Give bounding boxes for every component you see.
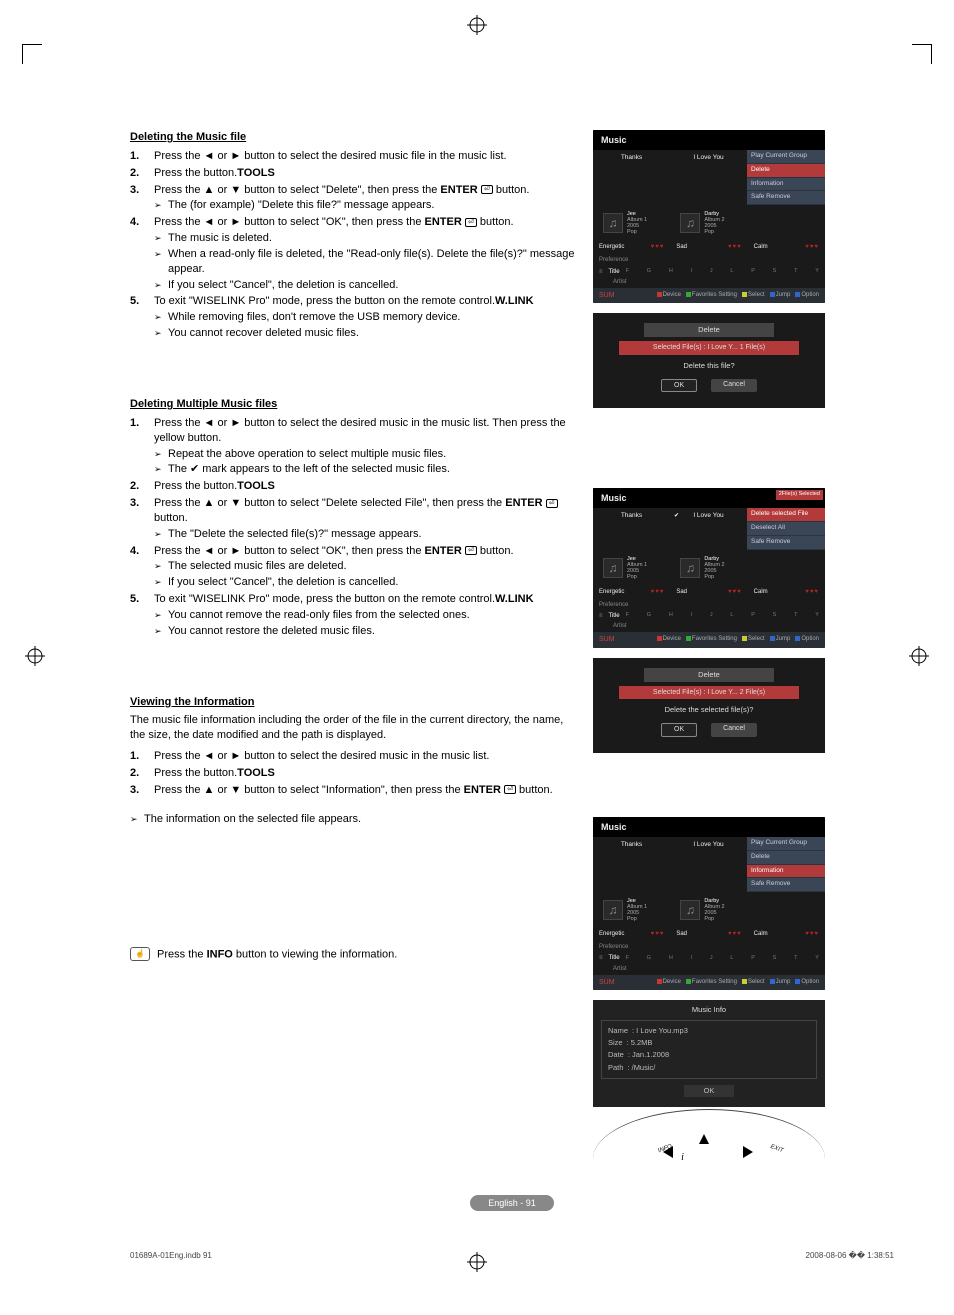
selected-count-badge: 2File(s) Selected — [776, 490, 823, 499]
enter-icon: ⏎ — [546, 499, 558, 508]
section-heading-delete-multiple: Deleting Multiple Music files — [130, 397, 575, 412]
menu-item[interactable]: Play Current Group — [747, 837, 825, 851]
music-note-icon: ♫ — [680, 900, 700, 920]
osd-screenshot-info: Music Thanks I Love You Play Current Gro… — [593, 817, 825, 990]
step: 1.Press the ◄ or ► button to select the … — [130, 149, 575, 164]
legend-item: Option — [795, 291, 819, 300]
menu-item[interactable]: Information — [747, 865, 825, 879]
remote-arrows-icon — [593, 1110, 825, 1170]
step: 2.Press the button.TOOLS — [130, 766, 575, 781]
remote-control-illustration: INFO i EXIT — [593, 1109, 825, 1169]
step: 2.Press the button.TOOLS — [130, 166, 575, 181]
registration-mark-right — [909, 646, 929, 666]
menu-item[interactable]: Deselect All — [747, 522, 825, 536]
enter-icon: ⏎ — [465, 218, 477, 227]
legend-item: Favorites Setting — [686, 635, 737, 644]
menu-item[interactable]: Safe Remove — [747, 191, 825, 205]
steps-delete-multiple: 1.Press the ◄ or ► button to select the … — [130, 416, 575, 639]
cancel-button[interactable]: Cancel — [711, 723, 757, 736]
enter-icon: ⏎ — [504, 785, 516, 794]
legend-item: Jump — [770, 978, 791, 987]
delete-confirm-dialog: Delete Selected File(s) : I Love Y... 1 … — [593, 313, 825, 408]
legend-item: Device — [657, 635, 681, 644]
print-metadata: 01689A-01Eng.indb 91 2008-08-06 �� 1:38:… — [130, 1251, 894, 1262]
enter-icon: ⏎ — [465, 546, 477, 555]
menu-item[interactable]: Delete selected File — [747, 508, 825, 522]
legend-item: Select — [742, 978, 765, 987]
step: 5.To exit "WISELINK Pro" mode, press the… — [130, 294, 575, 341]
ok-button[interactable]: OK — [661, 379, 697, 392]
page-footer: English - 91 — [130, 1195, 894, 1211]
step: 2.Press the button.TOOLS — [130, 479, 575, 494]
remote-hint-icon: ☝ — [130, 947, 150, 962]
legend-item: Device — [657, 978, 681, 987]
registration-mark-bottom — [467, 1252, 487, 1272]
menu-item[interactable]: Delete — [747, 851, 825, 865]
menu-item[interactable]: Safe Remove — [747, 536, 825, 550]
crop-corner — [22, 44, 42, 64]
ok-button[interactable]: OK — [684, 1085, 734, 1097]
step: 3.Press the ▲ or ▼ button to select "Del… — [130, 183, 575, 214]
registration-mark-top — [467, 15, 487, 35]
page-number: English - 91 — [470, 1195, 554, 1211]
step: 4.Press the ◄ or ► button to select "OK"… — [130, 544, 575, 591]
legend-item: Favorites Setting — [686, 291, 737, 300]
music-info-panel: Music Info Name: I Love You.mp3 Size: 5.… — [593, 1000, 825, 1107]
music-note-icon: ♫ — [603, 900, 623, 920]
menu-item[interactable]: Delete — [747, 164, 825, 178]
cancel-button[interactable]: Cancel — [711, 379, 757, 392]
osd-screenshot-delete: Music Thanks I Love You Play Current Gro… — [593, 130, 825, 303]
osd-column: Music Thanks I Love You Play Current Gro… — [593, 130, 825, 1169]
legend-item: Select — [742, 291, 765, 300]
menu-item[interactable]: Information — [747, 178, 825, 192]
legend-item: Option — [795, 978, 819, 987]
enter-icon: ⏎ — [481, 185, 493, 194]
intro-text: The music file information including the… — [130, 713, 575, 743]
crop-corner — [912, 44, 932, 64]
info-tip: ☝ Press the INFO button to viewing the i… — [130, 947, 575, 962]
legend-item: Select — [742, 635, 765, 644]
steps-delete-file: 1.Press the ◄ or ► button to select the … — [130, 149, 575, 341]
instruction-column: Deleting the Music file 1.Press the ◄ or… — [130, 130, 575, 1169]
legend-item: Favorites Setting — [686, 978, 737, 987]
delete-selected-confirm-dialog: Delete Selected File(s) : I Love Y... 2 … — [593, 658, 825, 753]
legend-item: Jump — [770, 635, 791, 644]
menu-item[interactable]: Play Current Group — [747, 150, 825, 164]
step: 5.To exit "WISELINK Pro" mode, press the… — [130, 592, 575, 639]
section-heading-delete-file: Deleting the Music file — [130, 130, 575, 145]
step: 1.Press the ◄ or ► button to select the … — [130, 416, 575, 477]
music-note-icon: ♫ — [603, 213, 623, 233]
checkmark-icon: ✔ — [674, 512, 679, 520]
osd-screenshot-delete-multiple: Music 2File(s) Selected Thanks ✔I Love Y… — [593, 488, 825, 647]
music-note-icon: ♫ — [603, 558, 623, 578]
step: 3.Press the ▲ or ▼ button to select "Inf… — [130, 783, 575, 798]
step: 1.Press the ◄ or ► button to select the … — [130, 749, 575, 764]
context-menu: Delete selected FileDeselect AllSafe Rem… — [747, 508, 825, 549]
legend-item: Device — [657, 291, 681, 300]
legend-item: Option — [795, 635, 819, 644]
info-appears-note: The information on the selected file app… — [130, 812, 575, 827]
step: 3.Press the ▲ or ▼ button to select "Del… — [130, 496, 575, 542]
ok-button[interactable]: OK — [661, 723, 697, 736]
legend-item: Jump — [770, 291, 791, 300]
music-note-icon: ♫ — [680, 558, 700, 578]
context-menu: Play Current GroupDeleteInformationSafe … — [747, 837, 825, 892]
steps-view-info: 1.Press the ◄ or ► button to select the … — [130, 749, 575, 798]
step: 4.Press the ◄ or ► button to select "OK"… — [130, 215, 575, 292]
section-heading-view-info: Viewing the Information — [130, 695, 575, 710]
context-menu: Play Current GroupDeleteInformationSafe … — [747, 150, 825, 205]
registration-mark-left — [25, 646, 45, 666]
music-note-icon: ♫ — [680, 213, 700, 233]
menu-item[interactable]: Safe Remove — [747, 878, 825, 892]
